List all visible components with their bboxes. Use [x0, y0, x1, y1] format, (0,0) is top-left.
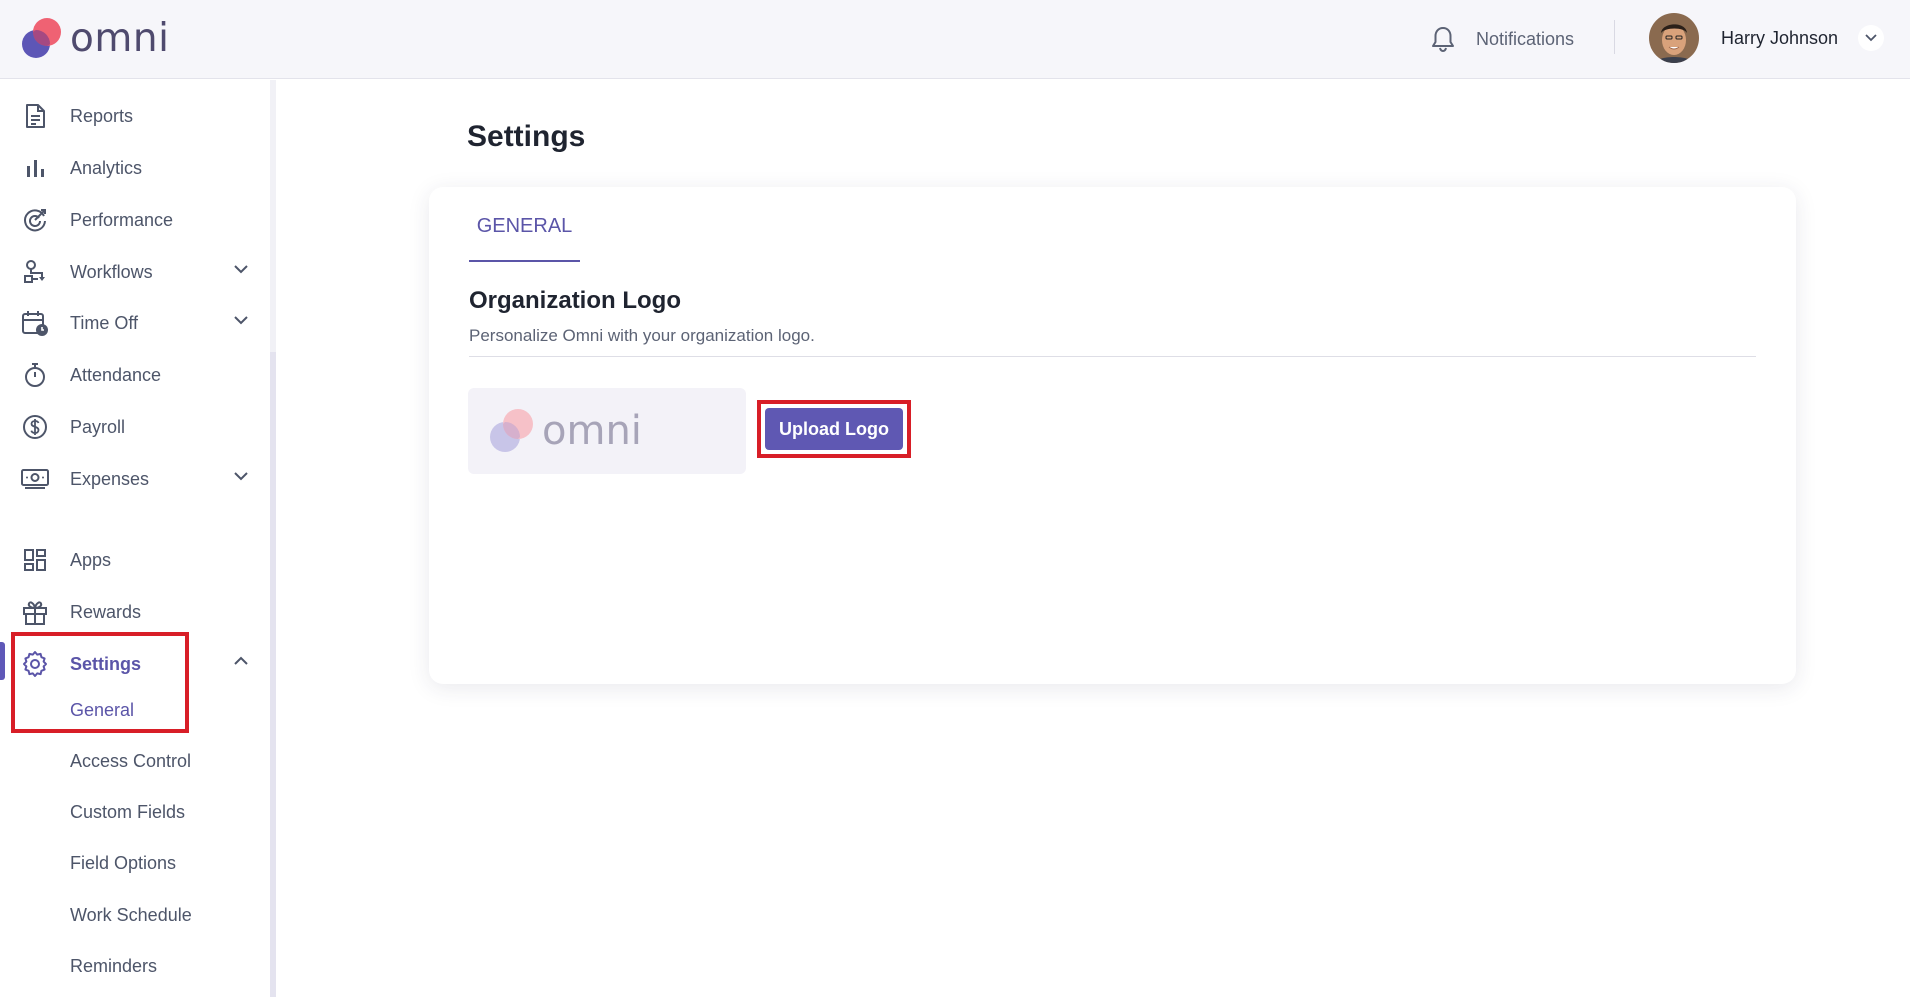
tab-underline: [469, 260, 580, 262]
settings-card: GENERAL Organization Logo Personalize Om…: [429, 187, 1796, 684]
calendar-clock-icon: [20, 308, 50, 338]
notifications-label: Notifications: [1476, 28, 1575, 49]
sidebar-item-label: Workflows: [70, 261, 153, 282]
sidebar-item-expenses[interactable]: Expenses: [20, 459, 260, 499]
sidebar-item-payroll[interactable]: Payroll: [20, 407, 260, 447]
sidebar-item-label: Reports: [70, 105, 134, 126]
top-bar: omni Notifications Harry Johnson: [0, 0, 1910, 79]
sidebar-subitem-field-options[interactable]: Field Options: [70, 853, 176, 874]
sidebar-item-label: Time Off: [70, 312, 139, 333]
sidebar-item-attendance[interactable]: Attendance: [20, 355, 260, 395]
sidebar-item-time-off[interactable]: Time Off: [20, 303, 260, 343]
highlight-box-upload: [757, 400, 911, 458]
tab-general[interactable]: GENERAL: [469, 215, 580, 262]
grid-icon: [20, 545, 50, 575]
cash-icon: [20, 464, 50, 494]
sidebar-item-label: Attendance: [70, 364, 162, 385]
sidebar-item-label: Payroll: [70, 416, 126, 437]
sidebar-subitem-work-schedule[interactable]: Work Schedule: [70, 905, 192, 926]
section-subtitle: Personalize Omni with your organization …: [469, 326, 815, 345]
page-title: Settings: [467, 120, 586, 153]
sidebar-item-analytics[interactable]: Analytics: [20, 148, 260, 188]
dollar-icon: [20, 412, 50, 442]
divider: [469, 356, 1756, 357]
omni-logo-icon: [490, 409, 533, 452]
sidebar-item-rewards[interactable]: Rewards: [20, 592, 260, 632]
active-indicator: [0, 642, 5, 680]
brand-name: omni: [70, 15, 170, 61]
sidebar-item-reports[interactable]: Reports: [20, 96, 260, 136]
logo-preview: omni: [468, 388, 746, 474]
sidebar-item-workflows[interactable]: Workflows: [20, 252, 260, 292]
header-divider: [1614, 20, 1615, 54]
stopwatch-icon: [20, 360, 50, 390]
bell-icon: [1432, 27, 1454, 53]
sidebar-subitem-custom-fields[interactable]: Custom Fields: [70, 802, 185, 823]
brand-logo[interactable]: omni: [20, 14, 169, 62]
document-icon: [20, 101, 50, 131]
section-title: Organization Logo: [469, 287, 681, 314]
bar-chart-icon: [20, 153, 50, 183]
chevron-down-icon[interactable]: [233, 471, 249, 481]
chevron-up-icon[interactable]: [233, 656, 249, 666]
sidebar-item-apps[interactable]: Apps: [20, 540, 260, 580]
sidebar-item-label: Expenses: [70, 468, 150, 489]
chevron-down-icon[interactable]: [233, 264, 249, 274]
gift-icon: [20, 597, 50, 627]
notifications-button[interactable]: Notifications: [1430, 22, 1574, 56]
sidebar-scrollbar-thumb[interactable]: [270, 352, 276, 997]
avatar[interactable]: [1649, 13, 1699, 63]
sidebar-subitem-reminders[interactable]: Reminders: [70, 956, 157, 977]
sidebar-item-label: Apps: [70, 549, 112, 570]
sidebar-item-label: Rewards: [70, 601, 142, 622]
sidebar-subitem-access-control[interactable]: Access Control: [70, 751, 191, 772]
user-menu[interactable]: Harry Johnson: [1649, 13, 1885, 63]
logo-preview-text: omni: [542, 408, 642, 454]
highlight-box-settings: [11, 632, 189, 733]
user-name: Harry Johnson: [1721, 27, 1839, 48]
sidebar-item-label: Analytics: [70, 157, 143, 178]
sidebar-item-performance[interactable]: Performance: [20, 200, 260, 240]
workflow-icon: [20, 257, 50, 287]
user-photo: [1649, 13, 1699, 63]
performance-icon: [20, 205, 50, 235]
omni-logo-icon: [22, 18, 61, 58]
sidebar-item-label: Performance: [70, 209, 174, 230]
chevron-down-icon[interactable]: [233, 315, 249, 325]
chevron-down-icon: [1865, 34, 1877, 42]
user-menu-toggle[interactable]: [1858, 25, 1885, 51]
